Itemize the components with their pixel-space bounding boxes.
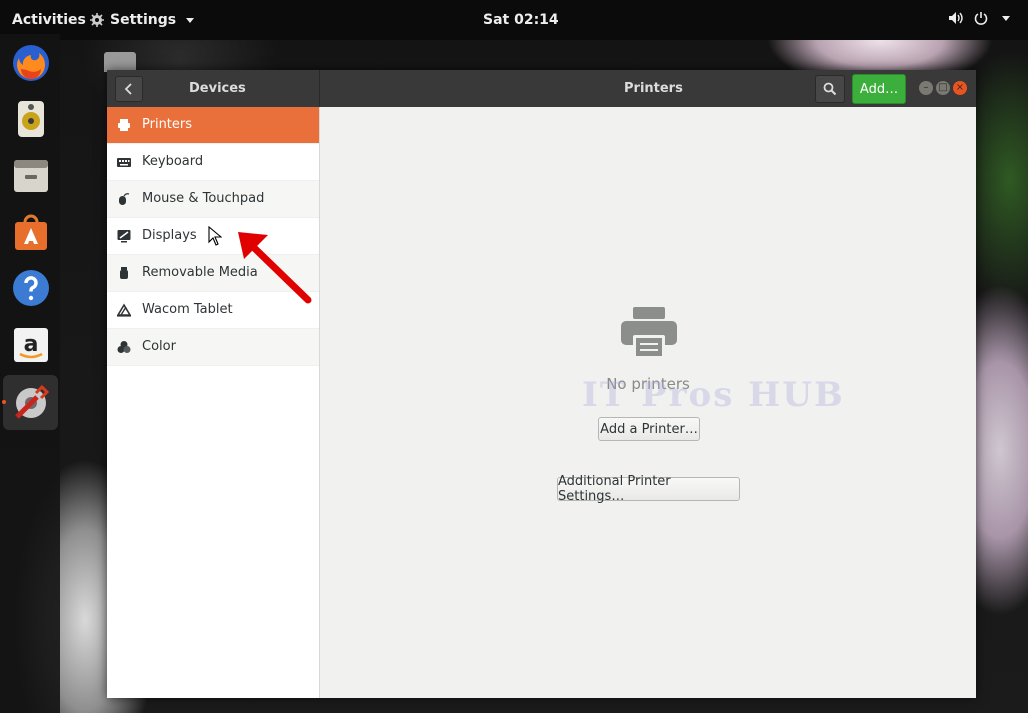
amazon-launcher[interactable]: a: [10, 324, 52, 366]
sidebar-item-printers[interactable]: Printers: [107, 107, 319, 144]
settings-window: Devices Printers Add… – □ × Printers Key…: [107, 70, 976, 698]
top-bar: Activities Settings Sat 02:14: [0, 0, 1028, 40]
panel-title: Devices: [189, 81, 246, 96]
header-left-pane: Devices: [107, 70, 320, 107]
sidebar-item-color[interactable]: Color: [107, 329, 319, 366]
sidebar-item-keyboard[interactable]: Keyboard: [107, 144, 319, 181]
clock[interactable]: Sat 02:14: [483, 12, 559, 28]
volume-icon: [949, 12, 963, 24]
additional-printer-settings-button[interactable]: Additional Printer Settings…: [557, 474, 740, 504]
settings-icon: [14, 384, 49, 419]
sidebar-item-label: Printers: [142, 117, 193, 132]
activities-button[interactable]: Activities: [12, 12, 86, 28]
help-icon: [13, 270, 49, 306]
tablet-icon: [117, 303, 131, 317]
help-launcher[interactable]: [10, 267, 52, 309]
usb-drive-icon: [120, 267, 128, 279]
settings-launcher[interactable]: [3, 375, 58, 430]
maximize-icon: □: [938, 82, 948, 93]
power-icon: [974, 12, 988, 25]
annotation-arrow-icon: [238, 232, 312, 304]
svg-text:a: a: [24, 332, 39, 357]
chevron-down-icon: [1002, 15, 1010, 21]
firefox-icon: [13, 45, 49, 81]
trash-icon[interactable]: [104, 52, 136, 72]
mouse-icon: [119, 193, 130, 205]
software-center-icon: [15, 214, 47, 250]
amazon-icon: a: [14, 328, 48, 362]
sidebar-item-label: Wacom Tablet: [142, 302, 233, 317]
minimize-icon: –: [923, 82, 929, 93]
sidebar-item-mouse-touchpad[interactable]: Mouse & Touchpad: [107, 181, 319, 218]
add-printer-header-button[interactable]: Add…: [852, 74, 906, 104]
close-button[interactable]: ×: [953, 81, 967, 95]
minimize-button[interactable]: –: [919, 81, 933, 95]
app-menu-label: Settings: [110, 12, 177, 28]
page-title: Printers: [624, 81, 683, 96]
search-button[interactable]: [815, 75, 845, 103]
sidebar: Printers Keyboard Mouse & Touchpad Displ…: [107, 107, 320, 698]
chevron-left-icon: [124, 83, 132, 95]
sidebar-item-label: Displays: [142, 228, 197, 243]
add-printer-button[interactable]: Add a Printer…: [598, 417, 700, 441]
running-indicator: [2, 400, 6, 404]
back-button[interactable]: [115, 76, 143, 102]
dock: a: [0, 34, 60, 713]
files-icon: [14, 160, 48, 192]
system-menu[interactable]: [948, 11, 1010, 25]
sidebar-item-label: Mouse & Touchpad: [142, 191, 265, 206]
display-icon: [117, 230, 131, 243]
search-icon: [823, 82, 837, 96]
header-bar: Devices Printers Add… – □ ×: [107, 70, 976, 107]
color-icon: [117, 341, 131, 353]
printer-icon: [118, 119, 130, 131]
rhythmbox-launcher[interactable]: [10, 98, 52, 140]
printers-panel: No printers IT Pros HUB Add a Printer… A…: [320, 107, 976, 698]
software-center-launcher[interactable]: [10, 211, 52, 253]
sidebar-item-label: Keyboard: [142, 154, 204, 169]
rhythmbox-icon: [18, 101, 44, 137]
maximize-button[interactable]: □: [936, 81, 950, 95]
gear-icon: [90, 13, 104, 27]
firefox-launcher[interactable]: [10, 42, 52, 84]
app-menu[interactable]: Settings: [90, 12, 195, 28]
keyboard-icon: [117, 158, 131, 167]
chevron-down-icon: [186, 17, 195, 23]
close-icon: ×: [955, 82, 965, 93]
sidebar-item-label: Color: [142, 339, 176, 354]
watermark: IT Pros HUB: [582, 375, 845, 415]
mouse-cursor-icon: [208, 226, 222, 246]
files-launcher[interactable]: [10, 154, 52, 196]
printer-icon: [621, 307, 677, 359]
